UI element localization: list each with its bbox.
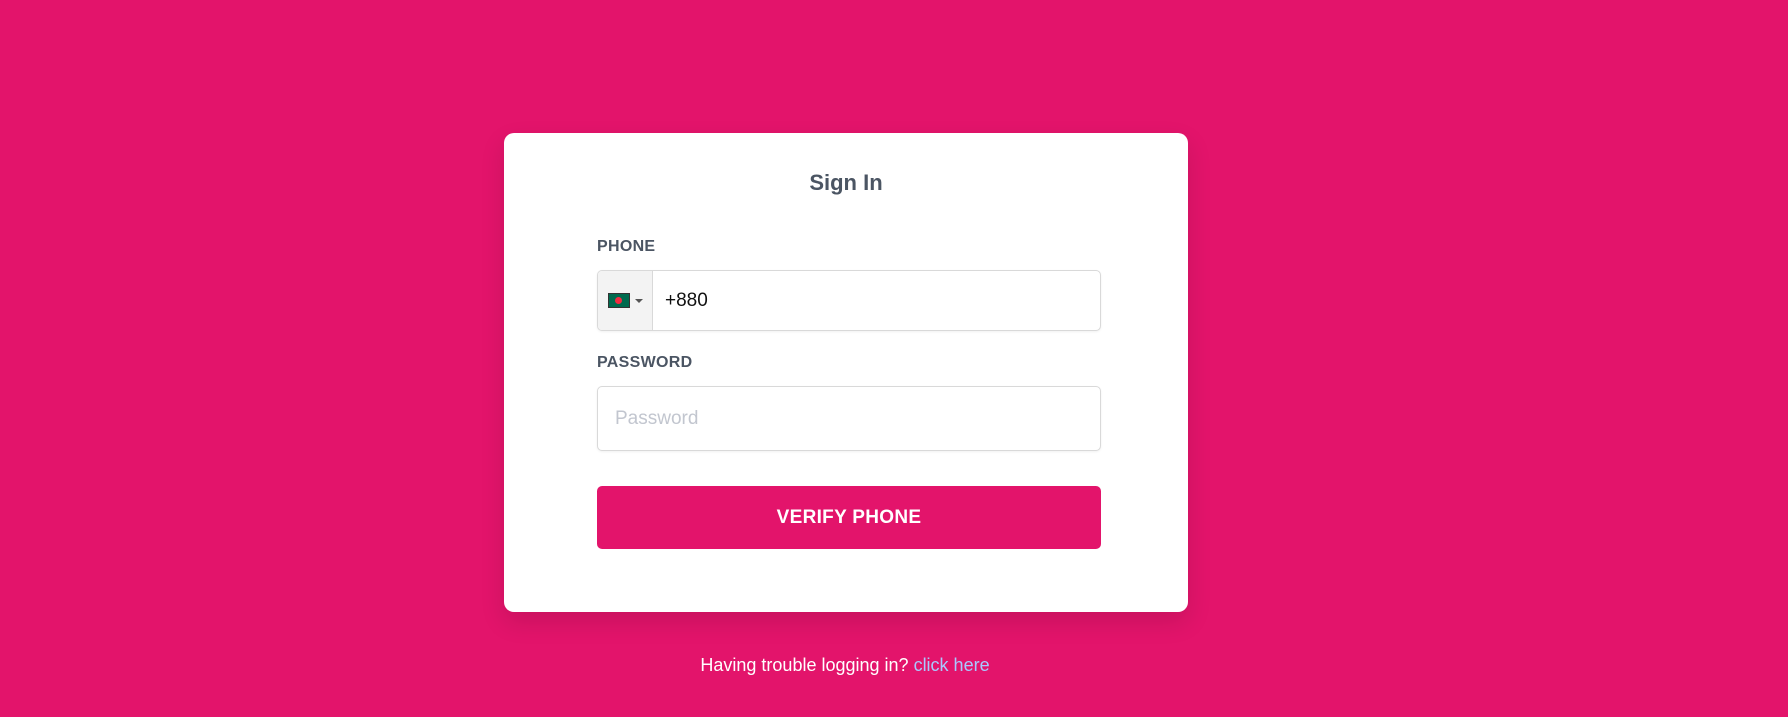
trouble-text: Having trouble logging in? xyxy=(700,655,909,675)
phone-input[interactable] xyxy=(653,271,1100,330)
caret-down-icon xyxy=(634,298,643,303)
verify-phone-button[interactable]: VERIFY PHONE xyxy=(597,486,1101,549)
country-code-selector[interactable] xyxy=(598,271,653,330)
password-label: PASSWORD xyxy=(597,354,693,371)
trouble-logging-in-text: Having trouble logging in? click here xyxy=(0,653,1690,677)
page-title: Sign In xyxy=(809,170,883,195)
bangladesh-flag-icon xyxy=(607,293,630,308)
sign-in-card: Sign In PHONE PASSWORD VERIFY PHONE xyxy=(504,133,1188,612)
password-input[interactable] xyxy=(597,386,1101,451)
help-link[interactable]: click here xyxy=(914,655,990,675)
phone-field xyxy=(597,270,1101,331)
phone-label: PHONE xyxy=(597,238,656,255)
